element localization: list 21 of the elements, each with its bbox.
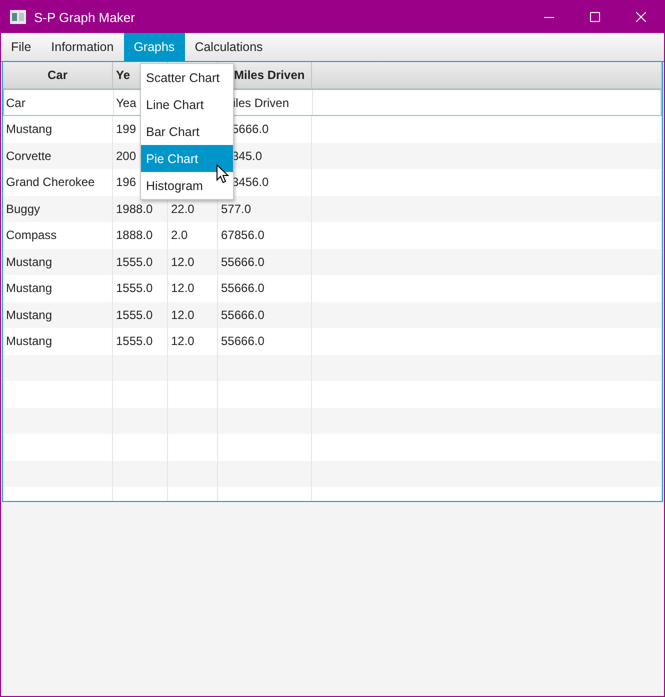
table-cell: 55666.0 <box>218 248 312 275</box>
table-cell: 1555.0 <box>113 248 168 275</box>
column-header[interactable]: Car <box>3 62 113 89</box>
table-cell: Mustang <box>3 302 113 328</box>
table-cell: Corvette <box>3 142 113 169</box>
close-icon[interactable] <box>636 12 646 22</box>
table-cell: 12.0 <box>168 248 218 275</box>
maximize-icon[interactable] <box>590 12 600 22</box>
input-field[interactable]: Car <box>4 90 114 115</box>
table-cell: Buggy <box>3 196 113 222</box>
table-cell: 55666.0 <box>218 302 312 328</box>
menu-item[interactable]: File <box>1 33 42 61</box>
table-cell: 12.0 <box>168 302 218 328</box>
menu-item[interactable]: Information <box>41 33 124 61</box>
menu-item[interactable]: Calculations <box>184 33 273 61</box>
window-title: S-P Graph Maker <box>34 10 136 24</box>
table-cell: Mustang <box>3 248 113 275</box>
app-icon <box>10 10 26 24</box>
table-cell: 1555.0 <box>113 302 168 328</box>
minimize-icon[interactable] <box>544 16 554 18</box>
cursor-icon <box>216 164 229 184</box>
